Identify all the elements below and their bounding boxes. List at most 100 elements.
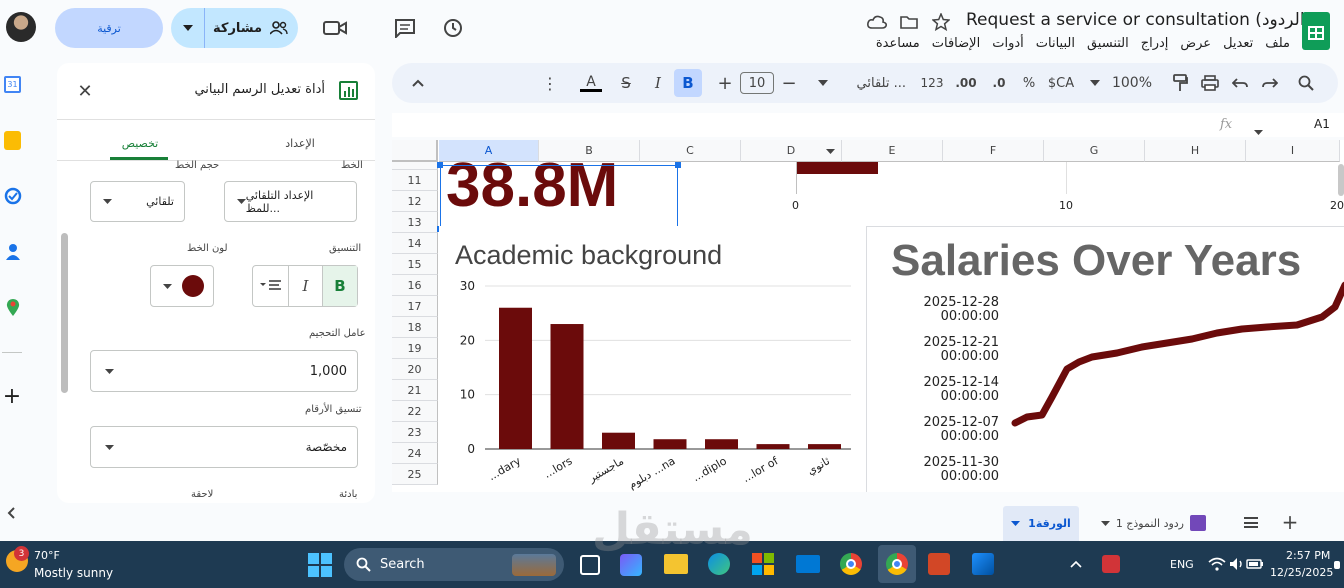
salaries-chart[interactable]: Salaries Over Years 2025-12-28 00:00:00 202… bbox=[866, 226, 1344, 492]
resize-handle[interactable] bbox=[675, 162, 681, 168]
document-title[interactable]: Request a service or consultation (الردو… bbox=[966, 10, 1311, 30]
clock-time[interactable]: 2:57 PM bbox=[1286, 549, 1330, 562]
menu-tools[interactable]: أدوات bbox=[992, 36, 1024, 56]
chevron-down-icon[interactable] bbox=[171, 8, 205, 48]
bold-toggle[interactable]: B bbox=[323, 266, 357, 306]
column-header-d[interactable]: D bbox=[741, 140, 842, 162]
academic-chart[interactable]: Academic background 0 10 20 30 ...dary ...lors… bbox=[439, 226, 865, 492]
corner-cell[interactable] bbox=[392, 140, 438, 162]
row-header-23[interactable]: 23 bbox=[392, 422, 438, 443]
file-explorer-icon[interactable] bbox=[664, 554, 688, 574]
row-header-20[interactable]: 20 bbox=[392, 359, 438, 380]
photos-icon[interactable] bbox=[972, 553, 994, 575]
zoom-dropdown[interactable]: 100% bbox=[1090, 63, 1152, 103]
redo-icon[interactable] bbox=[1258, 63, 1282, 103]
task-view-icon[interactable] bbox=[580, 555, 600, 575]
sheet-tab-form-responses[interactable]: ردود النموذج 1 bbox=[1088, 509, 1206, 537]
row-header-11[interactable]: 11 bbox=[392, 170, 438, 191]
scale-factor-select[interactable]: 1,000 bbox=[90, 350, 358, 392]
bold-icon[interactable]: B bbox=[674, 69, 702, 97]
menu-help[interactable]: مساعدة bbox=[876, 36, 920, 56]
move-folder-icon[interactable] bbox=[898, 12, 920, 32]
add-sheet-icon[interactable]: + bbox=[1280, 510, 1300, 534]
tab-customize[interactable]: تخصيص bbox=[115, 137, 165, 150]
mail-icon[interactable] bbox=[796, 555, 820, 573]
row-header-16[interactable]: 16 bbox=[392, 275, 438, 296]
star-icon[interactable] bbox=[930, 12, 952, 32]
avatar[interactable] bbox=[6, 12, 36, 42]
decrease-font-icon[interactable]: − bbox=[778, 63, 800, 103]
chrome-icon[interactable] bbox=[840, 553, 862, 575]
store-icon[interactable] bbox=[752, 553, 774, 575]
increase-decimal-button[interactable]: .00 bbox=[952, 63, 980, 103]
text-color-icon[interactable]: A bbox=[578, 63, 604, 103]
add-icon[interactable]: + bbox=[2, 384, 22, 409]
menu-view[interactable]: عرض bbox=[1180, 36, 1211, 56]
calendar-icon[interactable]: 31 bbox=[4, 76, 21, 93]
row-header-13[interactable]: 13 bbox=[392, 212, 438, 233]
panel-scrollbar[interactable] bbox=[61, 233, 68, 393]
row-header-17[interactable]: 17 bbox=[392, 296, 438, 317]
filter-dropdown-icon[interactable] bbox=[826, 149, 835, 154]
decrease-decimal-button[interactable]: .0 bbox=[986, 63, 1012, 103]
collapse-menu-icon[interactable] bbox=[406, 63, 430, 103]
row-header-18[interactable]: 18 bbox=[392, 317, 438, 338]
menu-insert[interactable]: إدراج bbox=[1141, 36, 1169, 56]
maps-icon[interactable] bbox=[3, 298, 22, 317]
chrome-active-icon[interactable] bbox=[878, 545, 916, 583]
menu-extensions[interactable]: الإضافات bbox=[932, 36, 980, 56]
clock-date[interactable]: 12/25/2025 bbox=[1270, 566, 1333, 579]
currency-button[interactable]: $CA bbox=[1046, 63, 1076, 103]
undo-icon[interactable] bbox=[1228, 63, 1252, 103]
column-header-e[interactable]: E bbox=[842, 140, 943, 162]
all-sheets-icon[interactable] bbox=[1244, 517, 1258, 528]
powerpoint-icon[interactable] bbox=[928, 553, 950, 575]
more-formats-button[interactable]: 123 bbox=[918, 63, 946, 103]
column-header-h[interactable]: H bbox=[1145, 140, 1246, 162]
wifi-icon[interactable] bbox=[1208, 555, 1226, 573]
comments-icon[interactable] bbox=[392, 16, 418, 40]
row-header-21[interactable]: 21 bbox=[392, 380, 438, 401]
row-header-14[interactable]: 14 bbox=[392, 233, 438, 254]
row-header-10[interactable] bbox=[392, 162, 438, 170]
taskbar-search-box[interactable]: Search bbox=[344, 548, 564, 581]
search-menus-icon[interactable] bbox=[1294, 63, 1318, 103]
tray-app-icon[interactable] bbox=[1102, 555, 1120, 573]
menu-edit[interactable]: تعديل bbox=[1223, 36, 1253, 56]
row-header-24[interactable]: 24 bbox=[392, 443, 438, 464]
video-call-icon[interactable] bbox=[320, 16, 350, 40]
sheets-logo[interactable] bbox=[1302, 12, 1330, 50]
column-header-c[interactable]: C bbox=[640, 140, 741, 162]
widgets-icon[interactable] bbox=[620, 554, 642, 576]
start-button[interactable] bbox=[308, 553, 332, 577]
tray-chevron-icon[interactable] bbox=[1068, 557, 1084, 571]
percent-button[interactable]: % bbox=[1018, 63, 1040, 103]
contacts-icon[interactable] bbox=[3, 242, 22, 261]
volume-icon[interactable] bbox=[1228, 555, 1246, 573]
italic-icon[interactable]: I bbox=[646, 63, 670, 103]
column-header-i[interactable]: I bbox=[1246, 140, 1340, 162]
resize-handle[interactable] bbox=[437, 162, 443, 168]
keep-icon[interactable] bbox=[4, 131, 21, 150]
row-header-25[interactable]: 25 bbox=[392, 464, 438, 485]
font-size-select[interactable]: تلقائي bbox=[90, 181, 185, 222]
font-select[interactable]: الإعداد التلقائي للمظ... bbox=[224, 181, 357, 222]
vertical-scrollbar[interactable] bbox=[1338, 164, 1344, 196]
battery-icon[interactable] bbox=[1246, 555, 1264, 573]
sheet-tab-sheet1[interactable]: الورقة1 bbox=[1003, 506, 1079, 541]
share-button[interactable]: مشاركة bbox=[171, 8, 298, 48]
more-options-icon[interactable]: ⋮ bbox=[540, 63, 560, 103]
history-icon[interactable] bbox=[440, 16, 466, 40]
row-header-22[interactable]: 22 bbox=[392, 401, 438, 422]
menu-data[interactable]: البيانات bbox=[1036, 36, 1075, 56]
column-header-g[interactable]: G bbox=[1044, 140, 1145, 162]
strikethrough-icon[interactable]: S bbox=[614, 63, 638, 103]
paint-format-icon[interactable] bbox=[1168, 63, 1192, 103]
close-icon[interactable]: ✕ bbox=[75, 81, 95, 102]
number-format-select[interactable]: مخصّصة bbox=[90, 426, 358, 468]
menu-file[interactable]: ملف bbox=[1265, 36, 1290, 56]
italic-toggle[interactable]: I bbox=[289, 266, 323, 306]
weather-desc[interactable]: Mostly sunny bbox=[34, 566, 113, 580]
language-indicator[interactable]: ENG bbox=[1170, 558, 1194, 571]
tasks-icon[interactable] bbox=[3, 186, 22, 205]
